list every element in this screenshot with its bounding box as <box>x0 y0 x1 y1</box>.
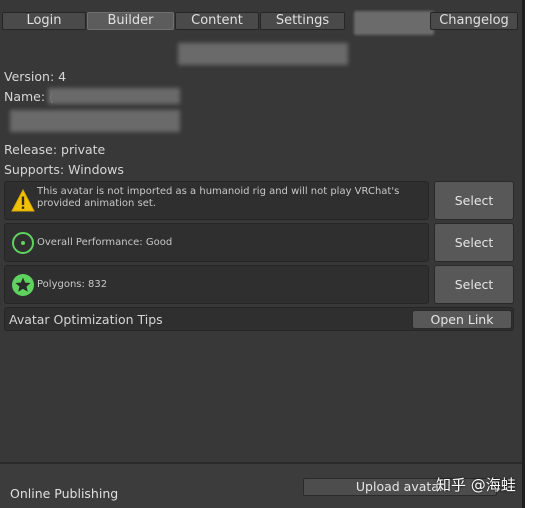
panel-border <box>522 0 525 508</box>
select-button-polygons[interactable]: Select <box>434 265 514 304</box>
optimization-tips-row: Avatar Optimization Tips Open Link <box>4 307 514 331</box>
warning-icon <box>11 189 35 212</box>
name-label: Name: ( <box>4 89 54 104</box>
online-publishing-label: Online Publishing <box>10 486 119 501</box>
redacted-thumbnail <box>178 43 348 65</box>
polygons-row: Polygons: 832 <box>4 265 429 304</box>
optimization-tips-label: Avatar Optimization Tips <box>9 312 163 327</box>
star-icon <box>12 274 34 296</box>
humanoid-warning-row: This avatar is not imported as a humanoi… <box>4 181 429 220</box>
tab-login[interactable]: Login <box>2 12 86 30</box>
version-label: Version: 4 <box>4 69 67 84</box>
tab-changelog[interactable]: Changelog <box>430 12 518 30</box>
tab-content[interactable]: Content <box>175 12 259 30</box>
supports-label: Supports: Windows <box>4 162 124 177</box>
tab-builder[interactable]: Builder <box>87 12 174 30</box>
open-link-button[interactable]: Open Link <box>412 310 512 329</box>
performance-row: Overall Performance: Good <box>4 223 429 262</box>
redacted-description <box>10 110 180 132</box>
tab-redacted[interactable] <box>354 11 434 35</box>
performance-good-icon <box>12 232 34 254</box>
sdk-panel: Login Builder Content Settings Changelog… <box>0 0 522 508</box>
select-button-performance[interactable]: Select <box>434 223 514 262</box>
performance-text: Overall Performance: Good <box>37 236 173 248</box>
redacted-name <box>48 88 180 104</box>
watermark: 知乎 @海蛙 <box>436 476 516 494</box>
polygons-text: Polygons: 832 <box>37 278 108 290</box>
tab-bar: Login Builder Content Settings Changelog <box>0 0 522 38</box>
humanoid-warning-text: This avatar is not imported as a humanoi… <box>37 186 400 209</box>
tab-settings[interactable]: Settings <box>260 12 345 30</box>
select-button-humanoid[interactable]: Select <box>434 181 514 220</box>
release-label: Release: private <box>4 142 106 157</box>
